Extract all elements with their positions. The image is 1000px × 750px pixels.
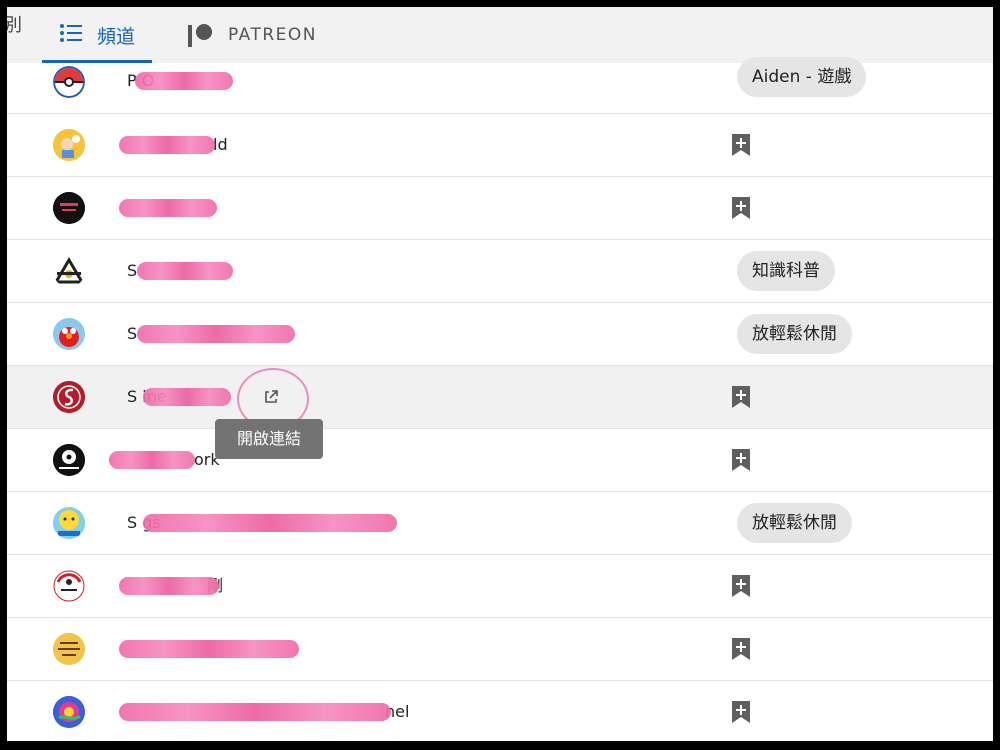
channel-name: S — [127, 261, 138, 280]
science-logo-avatar — [53, 255, 85, 287]
redaction-mark — [119, 640, 299, 658]
tab-patreon[interactable]: PATREON — [188, 7, 317, 63]
channel-row[interactable]: S gs 放輕鬆休閒 — [7, 492, 993, 555]
channel-row[interactable]: S ine — [7, 366, 993, 430]
dark-logo-avatar — [53, 192, 85, 224]
bookmark-add-icon[interactable] — [731, 575, 751, 597]
channel-row[interactable]: S 放輕鬆休閒 — [7, 303, 993, 366]
channel-row[interactable]: nel — [7, 681, 993, 741]
tab-bar: 別 頻道 PATREON — [7, 7, 993, 63]
redaction-mark — [109, 451, 195, 469]
channel-row[interactable]: S 知識科普 — [7, 240, 993, 303]
redaction-mark — [119, 577, 219, 595]
category-chip[interactable]: 放輕鬆休閒 — [737, 314, 852, 354]
channel-row[interactable]: ork — [7, 429, 993, 492]
redaction-mark — [137, 325, 295, 343]
patreon-icon — [188, 23, 214, 47]
redaction-mark — [119, 199, 217, 217]
tab-channels-label: 頻道 — [97, 25, 136, 48]
tab-patreon-label: PATREON — [228, 25, 318, 45]
pokeball-avatar — [53, 66, 85, 98]
takeshi-avatar — [53, 570, 85, 602]
bookmark-add-icon[interactable] — [731, 386, 751, 408]
english-crew-avatar — [53, 633, 85, 665]
bookmark-add-icon[interactable] — [731, 449, 751, 471]
channel-list: P O Aiden - 遊戲 ld S — [7, 57, 993, 741]
redaction-mark — [119, 703, 391, 721]
bookmark-add-icon[interactable] — [731, 134, 751, 156]
songs-avatar — [53, 507, 85, 539]
app-frame: 別 頻道 PATREON P Aiden - 遊戲 ld S 知識科普 S 放輕… — [7, 7, 993, 741]
channel-row[interactable] — [7, 618, 993, 681]
channel-row[interactable]: 剛 — [7, 555, 993, 618]
globe-avatar — [53, 696, 85, 728]
channel-name: ld — [213, 135, 228, 154]
redaction-mark — [137, 262, 233, 280]
redaction-mark — [119, 136, 215, 154]
vinyl-avatar — [53, 444, 85, 476]
redaction-mark — [143, 388, 231, 406]
category-chip[interactable]: 放輕鬆休閒 — [737, 503, 852, 543]
red-s-avatar — [53, 381, 85, 413]
redaction-mark — [143, 514, 397, 532]
category-chip[interactable]: 知識科普 — [737, 251, 835, 291]
open-link-tooltip: 開啟連結 — [215, 419, 324, 459]
bookmark-add-icon[interactable] — [731, 638, 751, 660]
channel-row[interactable]: P O Aiden - 遊戲 — [7, 57, 993, 114]
list-icon — [59, 23, 83, 48]
cartoon-avatar — [53, 129, 85, 161]
category-chip[interactable]: Aiden - 遊戲 — [737, 57, 867, 97]
channel-name: S — [127, 324, 138, 343]
channel-row[interactable]: ld — [7, 114, 993, 177]
bookmark-add-icon[interactable] — [731, 197, 751, 219]
tab-channels[interactable]: 頻道 — [42, 7, 153, 63]
channel-row[interactable] — [7, 177, 993, 240]
tab-partial-label[interactable]: 別 — [7, 11, 22, 37]
elmo-avatar — [53, 318, 85, 350]
bookmark-add-icon[interactable] — [731, 701, 751, 723]
redaction-mark — [135, 72, 233, 90]
